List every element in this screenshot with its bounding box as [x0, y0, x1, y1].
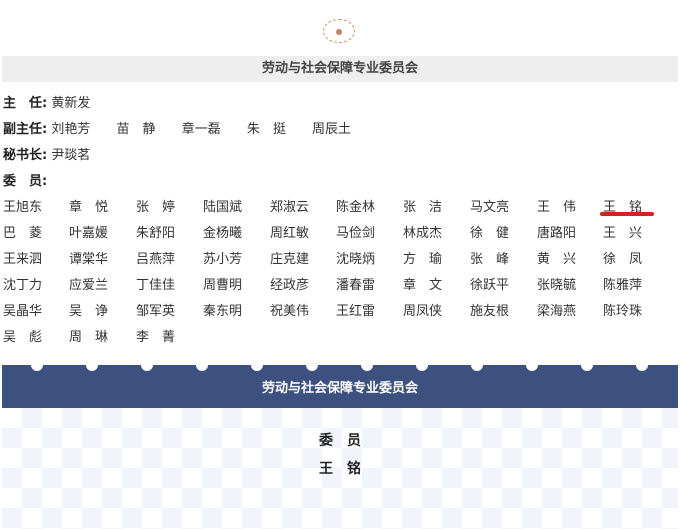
secretary-name: 尹琰茗 — [51, 148, 91, 163]
member-name: 王来泗 — [3, 252, 43, 267]
member-name: 秦东明 — [203, 304, 243, 319]
card-header: 劳动与社会保障专业委员会 — [2, 365, 678, 408]
highlight-underline — [600, 212, 654, 216]
member-name: 吕燕萍 — [136, 252, 176, 267]
member-name: 陈玲珠 — [603, 304, 643, 319]
member-name: 徐跃平 — [470, 278, 510, 293]
member-name: 周红敏 — [270, 226, 310, 241]
secretary-label: 秘书长: — [3, 148, 48, 163]
member-name: 应爱兰 — [69, 278, 109, 293]
member-name: 巴 菱 — [3, 226, 43, 241]
member-name: 周凤侠 — [403, 304, 443, 319]
member-name: 谭棠华 — [69, 252, 109, 267]
member-name: 沈丁力 — [3, 278, 43, 293]
member-name: 王旭东 — [3, 200, 43, 215]
member-name: 梁海燕 — [537, 304, 577, 319]
member-name: 马俭剑 — [336, 226, 376, 241]
member-name: 王 伟 — [537, 200, 577, 215]
card-name: 王 铭 — [319, 461, 361, 477]
member-name: 张晓毓 — [537, 278, 577, 293]
member-name: 庄克建 — [270, 252, 310, 267]
member-name: 徐 凤 — [603, 252, 643, 267]
member-name: 潘春雷 — [336, 278, 376, 293]
members-label: 委 员: — [3, 174, 48, 189]
member-name: 陈金林 — [336, 200, 376, 215]
member-name: 黄 兴 — [537, 252, 577, 267]
member-name: 朱舒阳 — [136, 226, 176, 241]
member-name: 张 婷 — [136, 200, 176, 215]
vice-chair-row: 副主任: 刘艳芳 苗 静 章一磊 朱 挺 周辰土 — [3, 120, 373, 140]
vice-chair-label: 副主任: — [3, 122, 48, 137]
member-name: 陆国斌 — [203, 200, 243, 215]
member-name: 经政彦 — [270, 278, 310, 293]
member-name: 徐 健 — [470, 226, 510, 241]
member-name: 张 峰 — [470, 252, 510, 267]
section-title: 劳动与社会保障专业委员会 — [2, 56, 678, 82]
member-name: 吴 诤 — [69, 304, 109, 319]
member-name: 方 瑜 — [403, 252, 443, 267]
member-name: 林成杰 — [403, 226, 443, 241]
member-name: 沈晓炳 — [336, 252, 376, 267]
ornament-dot — [336, 29, 342, 35]
member-name: 周曹明 — [203, 278, 243, 293]
member-name: 张 洁 — [403, 200, 443, 215]
member-name: 苏小芳 — [203, 252, 243, 267]
member-name: 王 兴 — [603, 226, 643, 241]
member-name: 施友根 — [470, 304, 510, 319]
member-name: 叶嘉媛 — [69, 226, 109, 241]
member-card: 劳动与社会保障专业委员会 委 员 王 铭 — [2, 365, 678, 529]
chair-label: 主 任: — [3, 96, 48, 111]
member-name: 陈雅萍 — [603, 278, 643, 293]
chair-name: 黄新发 — [51, 96, 91, 111]
secretary-row: 秘书长: 尹琰茗 — [3, 146, 90, 166]
member-name: 李 菁 — [136, 330, 176, 345]
vice-chair-name: 刘艳芳 — [51, 122, 91, 137]
member-name: 吴 彪 — [3, 330, 43, 345]
card-role: 委 员 — [319, 433, 361, 449]
vice-chair-name: 苗 静 — [116, 122, 156, 137]
member-name: 祝美伟 — [270, 304, 310, 319]
member-name: 金杨曦 — [203, 226, 243, 241]
member-name: 丁佳佳 — [136, 278, 176, 293]
page: 劳动与社会保障专业委员会 主 任: 黄新发 副主任: 刘艳芳 苗 静 章一磊 朱… — [0, 0, 680, 529]
member-name: 马文亮 — [470, 200, 510, 215]
members-row: 委 员: — [3, 172, 47, 192]
member-name: 郑淑云 — [270, 200, 310, 215]
member-name: 唐路阳 — [537, 226, 577, 241]
member-name: 章 悦 — [69, 200, 109, 215]
vice-chair-name: 朱 挺 — [246, 122, 286, 137]
member-name: 邹军英 — [136, 304, 176, 319]
member-name: 王红雷 — [336, 304, 376, 319]
member-name: 周 琳 — [69, 330, 109, 345]
member-name: 吴晶华 — [3, 304, 43, 319]
chair-row: 主 任: 黄新发 — [3, 94, 90, 114]
card-title: 劳动与社会保障专业委员会 — [261, 381, 418, 396]
member-name: 章 文 — [403, 278, 443, 293]
ornament-icon — [323, 19, 355, 43]
vice-chair-name: 章一磊 — [181, 122, 221, 137]
card-body: 委 员 王 铭 — [2, 408, 678, 529]
vice-chair-name: 周辰土 — [311, 122, 351, 137]
